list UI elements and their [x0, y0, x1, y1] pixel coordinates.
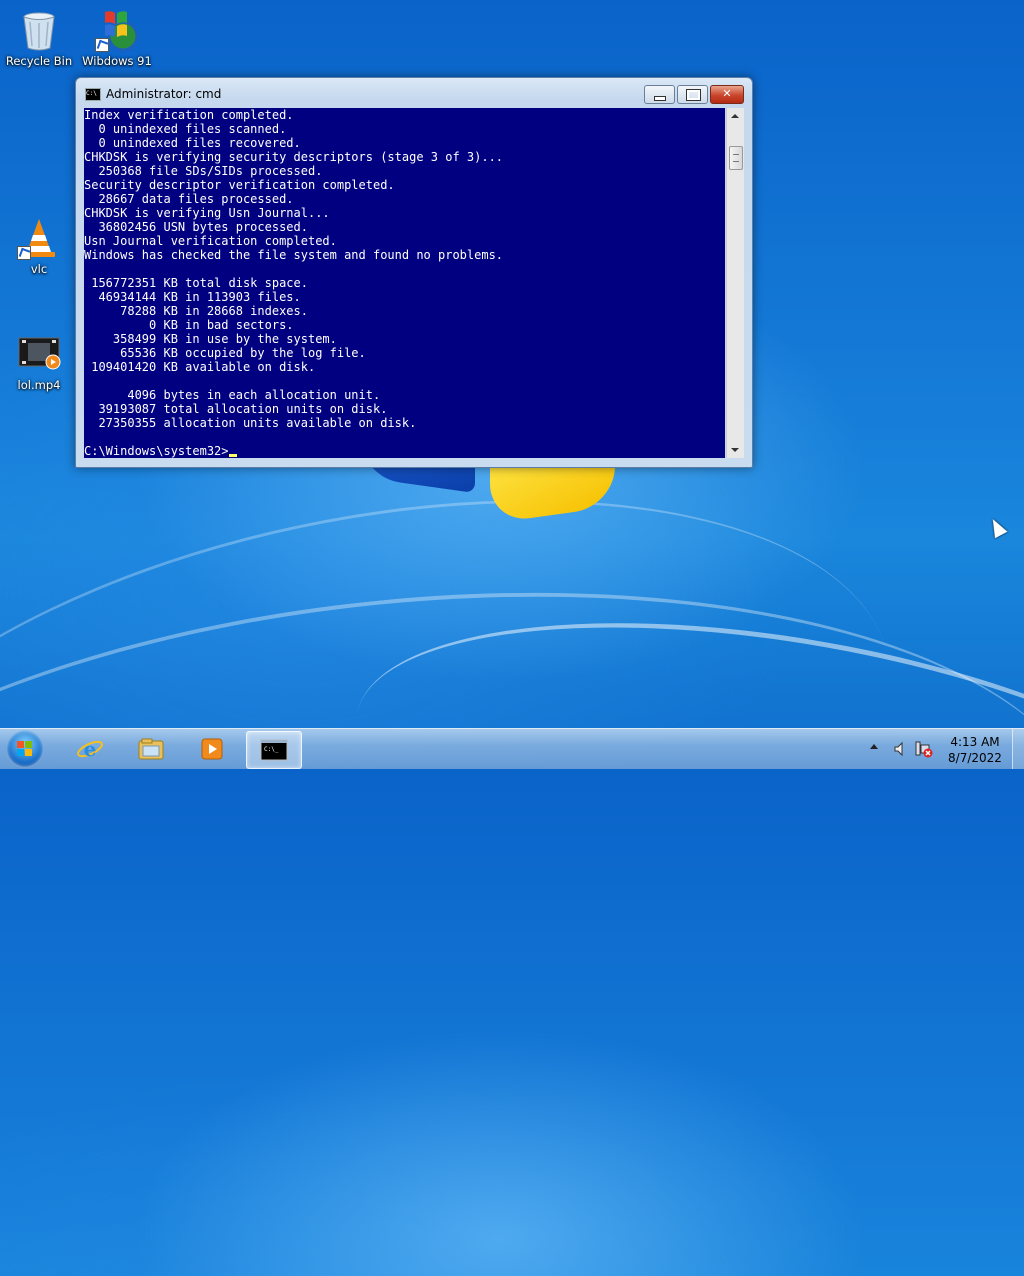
wallpaper-swoosh	[0, 528, 1024, 1276]
clock-time: 4:13 AM	[950, 735, 1000, 749]
console-line: 0 unindexed files recovered.	[84, 136, 301, 150]
window-titlebar[interactable]: C:\ Administrator: cmd ✕	[76, 78, 752, 108]
recycle-bin-icon	[17, 8, 61, 52]
cmd-icon: C:\_	[260, 739, 288, 761]
svg-text:e: e	[84, 737, 97, 761]
taskbar-clock[interactable]: 4:13 AM 8/7/2022	[940, 734, 1010, 766]
console-line: 36802456 USN bytes processed.	[84, 220, 308, 234]
scroll-thumb[interactable]	[729, 146, 743, 170]
scroll-up-arrow-icon[interactable]	[731, 114, 739, 118]
desktop-icon-label: Wibdows 91	[82, 54, 152, 68]
shortcut-arrow-icon	[17, 246, 31, 260]
maximize-button[interactable]	[677, 85, 708, 104]
shortcut-arrow-icon	[95, 38, 109, 52]
desktop-icon-recycle-bin[interactable]: Recycle Bin	[3, 8, 75, 68]
video-file-icon	[17, 332, 61, 376]
console-line: 46934144 KB in 113903 files.	[84, 290, 301, 304]
vlc-cone-icon	[17, 216, 61, 260]
console-line: 65536 KB occupied by the log file.	[84, 346, 366, 360]
minimize-button[interactable]	[644, 85, 675, 104]
console-line: 27350355 allocation units available on d…	[84, 416, 417, 430]
mouse-pointer-icon	[986, 515, 1008, 539]
desktop-icon-label: lol.mp4	[17, 378, 61, 392]
taskbar-item-cmd[interactable]: C:\_	[246, 731, 302, 769]
volume-icon[interactable]	[893, 741, 907, 757]
console-line: 250368 file SDs/SIDs processed.	[84, 164, 323, 178]
close-button[interactable]: ✕	[710, 85, 744, 104]
console-output[interactable]: Index verification completed. 0 unindexe…	[84, 108, 725, 458]
clock-date: 8/7/2022	[948, 751, 1002, 765]
console-line: 109401420 KB available on disk.	[84, 360, 316, 374]
desktop-icon-label: vlc	[30, 262, 48, 276]
desktop-icon-vlc[interactable]: vlc	[3, 216, 75, 276]
wallpaper-swoosh	[0, 411, 941, 1132]
console-line: 4096 bytes in each allocation unit.	[84, 388, 381, 402]
network-error-icon[interactable]	[915, 740, 933, 758]
console-line: 39193087 total allocation units on disk.	[84, 402, 388, 416]
text-cursor	[228, 454, 237, 457]
desktop-icon-wibdows-91[interactable]: Wibdows 91	[81, 8, 153, 68]
show-hidden-icons-chevron[interactable]	[870, 744, 878, 749]
window-title: Administrator: cmd	[106, 87, 222, 101]
windows-logo-icon	[95, 8, 139, 52]
console-line: 28667 data files processed.	[84, 192, 294, 206]
console-line: CHKDSK is verifying security descriptors…	[84, 150, 504, 164]
svg-text:C:\_: C:\_	[264, 746, 279, 753]
start-button[interactable]	[6, 730, 44, 768]
taskbar-item-file-explorer[interactable]	[124, 731, 178, 767]
console-line: 156772351 KB total disk space.	[84, 276, 308, 290]
console-line: Index verification completed.	[84, 108, 294, 122]
media-player-icon	[201, 738, 223, 760]
console-line: 0 KB in bad sectors.	[84, 318, 294, 332]
cmd-icon: C:\	[85, 88, 101, 101]
console-line: Windows has checked the file system and …	[84, 248, 504, 262]
internet-explorer-icon: e	[77, 737, 103, 761]
console-line: 358499 KB in use by the system.	[84, 332, 337, 346]
windows-flag-icon	[17, 741, 33, 757]
system-tray	[860, 729, 940, 769]
desktop-icon-label: Recycle Bin	[5, 54, 73, 68]
console-line: Security descriptor verification complet…	[84, 178, 395, 192]
console-line: Usn Journal verification completed.	[84, 234, 337, 248]
console-line: 78288 KB in 28668 indexes.	[84, 304, 308, 318]
close-icon: ✕	[722, 87, 732, 100]
vertical-scrollbar[interactable]	[726, 108, 744, 458]
maximize-icon	[678, 86, 707, 103]
taskbar-item-internet-explorer[interactable]: e	[63, 731, 117, 767]
scroll-down-arrow-icon[interactable]	[731, 448, 739, 452]
desktop-icon-lol-mp4[interactable]: lol.mp4	[3, 332, 75, 392]
console-line: 0 unindexed files scanned.	[84, 122, 287, 136]
show-desktop-button[interactable]	[1012, 729, 1024, 769]
file-explorer-icon	[138, 738, 164, 760]
minimize-icon	[645, 86, 674, 103]
command-prompt-line: C:\Windows\system32>	[84, 444, 725, 458]
wallpaper-swoosh	[330, 564, 1024, 1021]
taskbar: e C:\_ 4:13 AM 8/7/2022	[0, 728, 1024, 769]
cmd-window[interactable]: C:\ Administrator: cmd ✕ Index verificat…	[75, 77, 753, 468]
console-line: CHKDSK is verifying Usn Journal...	[84, 206, 330, 220]
taskbar-item-media-player[interactable]	[185, 731, 239, 767]
